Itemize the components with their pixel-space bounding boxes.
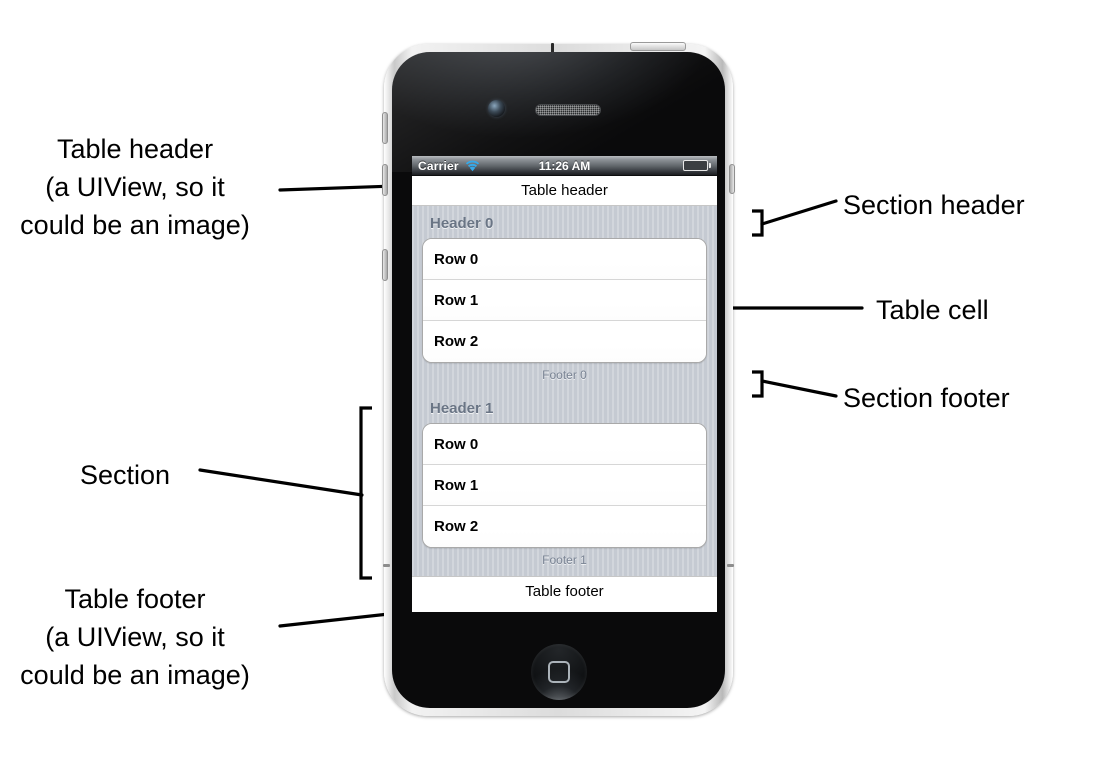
table-section-1: Header 1 Row 0 Row 1 Row 2 Footer 1: [412, 391, 717, 576]
cell-group-0: Row 0 Row 1 Row 2: [422, 238, 707, 363]
cell-label: Row 2: [434, 333, 479, 350]
cell-label: Row 0: [434, 435, 479, 453]
bracket-section-header: [752, 209, 764, 237]
table-view-body[interactable]: Header 0 Row 0 Row 1 Row 2 Footer 0 Head…: [412, 206, 717, 576]
table-header-view: Table header: [412, 176, 717, 206]
home-button-square-icon: [548, 661, 570, 683]
band-tick-right: [727, 564, 734, 567]
cell-label: Row 0: [434, 250, 479, 268]
leader-line-section-footer: [760, 379, 838, 398]
table-row[interactable]: Row 2: [423, 321, 706, 362]
section-header-1: Header 1: [430, 400, 494, 417]
annotation-section-header-label: Section header: [843, 190, 1025, 220]
cell-group-1: Row 0 Row 1 Row 2: [422, 423, 707, 548]
section-header-0: Header 0: [430, 215, 494, 232]
cell-label: Row 2: [434, 518, 479, 535]
volume-up-button[interactable]: [382, 164, 388, 196]
sim-tray: [630, 42, 686, 51]
table-header-view-label: Table header: [521, 182, 608, 199]
bracket-section: [359, 406, 372, 580]
table-footer-view: Table footer: [412, 576, 717, 606]
annotation-table-header-label: Table header (a UIView, so it could be a…: [20, 134, 250, 240]
table-row[interactable]: Row 2: [423, 506, 706, 547]
annotation-section-label: Section: [80, 460, 171, 490]
power-button[interactable]: [729, 164, 735, 194]
volume-down-button[interactable]: [382, 249, 388, 281]
device-screen: Carrier 11:26 AM Table header Header 0 R…: [412, 156, 717, 612]
table-section-0: Header 0 Row 0 Row 1 Row 2 Footer 0: [412, 206, 717, 391]
bracket-section-footer: [752, 370, 764, 398]
table-row[interactable]: Row 0: [423, 239, 706, 280]
cell-label: Row 1: [434, 291, 479, 309]
annotation-table-cell-label: Table cell: [876, 295, 989, 325]
status-bar-time: 11:26 AM: [538, 158, 591, 173]
earpiece-speaker-icon: [535, 104, 601, 116]
front-camera-icon: [488, 100, 505, 117]
home-button[interactable]: [531, 644, 587, 700]
band-tick-left: [383, 564, 390, 567]
leader-line-section-header: [760, 199, 838, 226]
table-footer-view-label: Table footer: [525, 583, 604, 600]
iphone-device: Carrier 11:26 AM Table header Header 0 R…: [382, 42, 735, 716]
section-footer-1: Footer 1: [542, 553, 587, 567]
section-footer-0: Footer 0: [542, 368, 587, 382]
annotation-table-footer-label: Table footer (a UIView, so it could be a…: [20, 584, 250, 690]
table-row[interactable]: Row 0: [423, 424, 706, 465]
table-row[interactable]: Row 1: [423, 465, 706, 506]
silent-switch-button[interactable]: [382, 112, 388, 144]
annotation-section-footer-label: Section footer: [843, 383, 1010, 413]
status-bar: Carrier 11:26 AM: [412, 156, 717, 176]
cell-label: Row 1: [434, 476, 479, 494]
table-row[interactable]: Row 1: [423, 280, 706, 321]
leader-line-section: [198, 468, 364, 497]
